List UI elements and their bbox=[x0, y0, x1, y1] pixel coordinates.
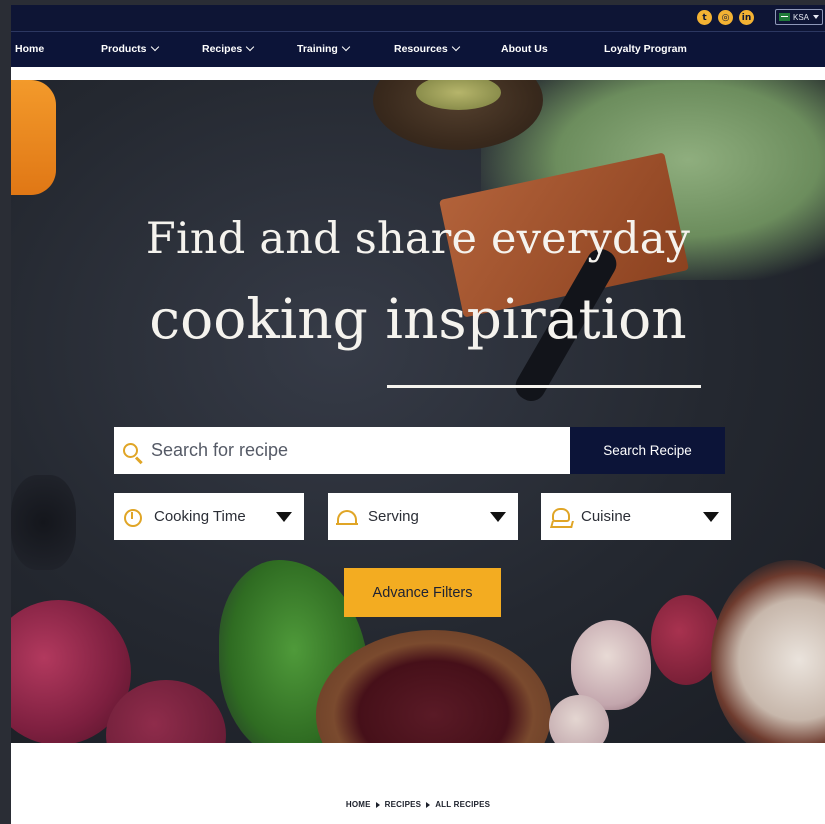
search-recipe-button[interactable]: Search Recipe bbox=[570, 427, 725, 474]
dried-chili-image bbox=[11, 475, 76, 570]
nav-item-label: Recipes bbox=[202, 43, 243, 55]
main-nav: Home Products Recipes Training Resources… bbox=[11, 31, 825, 67]
recipe-search-box bbox=[114, 427, 570, 474]
top-utility-bar: t ◎ in KSA bbox=[11, 5, 825, 31]
filter-label: Serving bbox=[368, 508, 419, 525]
hero-headline-line2: cooking inspiration bbox=[149, 287, 687, 351]
caret-right-icon bbox=[426, 801, 431, 808]
linkedin-icon[interactable]: in bbox=[739, 10, 754, 25]
advance-filters-button[interactable]: Advance Filters bbox=[344, 568, 501, 617]
recipe-search-input[interactable] bbox=[149, 439, 553, 462]
locale-label: KSA bbox=[793, 12, 810, 22]
nav-item-label: About Us bbox=[501, 43, 548, 55]
nav-item-products[interactable]: Products bbox=[101, 42, 159, 55]
social-links: t ◎ in bbox=[697, 10, 754, 25]
chevron-down-icon bbox=[246, 42, 255, 52]
cooking-time-filter[interactable]: Cooking Time bbox=[114, 493, 304, 540]
breadcrumb-recipes[interactable]: RECIPES bbox=[385, 800, 422, 809]
twitter-icon[interactable]: t bbox=[697, 10, 712, 25]
breadcrumb: HOME RECIPES ALL RECIPES bbox=[11, 800, 825, 809]
breadcrumb-home[interactable]: HOME bbox=[346, 800, 371, 809]
dropdown-arrow-icon bbox=[490, 512, 506, 522]
headline-underline bbox=[387, 385, 701, 388]
dropdown-arrow-icon bbox=[703, 512, 719, 522]
serving-filter[interactable]: Serving bbox=[328, 493, 518, 540]
nav-item-home[interactable]: Home bbox=[15, 43, 44, 55]
advance-filters-label: Advance Filters bbox=[372, 584, 473, 601]
white-beans-bowl-image bbox=[711, 560, 825, 743]
hero-headline-line1: Find and share everyday bbox=[145, 214, 691, 264]
hero-section: Find and share everyday cooking inspirat… bbox=[11, 80, 825, 743]
chevron-down-icon bbox=[150, 42, 159, 52]
browser-page: t ◎ in KSA Home Products Recipes Trainin… bbox=[11, 5, 825, 824]
nav-item-resources[interactable]: Resources bbox=[394, 42, 460, 55]
search-recipe-button-label: Search Recipe bbox=[603, 443, 692, 458]
nav-item-label: Home bbox=[15, 43, 45, 55]
cloche-icon bbox=[336, 506, 358, 528]
red-onion-image bbox=[651, 595, 721, 685]
nav-item-loyalty-program[interactable]: Loyalty Program bbox=[604, 43, 687, 55]
filter-label: Cooking Time bbox=[154, 508, 246, 525]
filter-label: Cuisine bbox=[581, 508, 632, 525]
breadcrumb-all-recipes: ALL RECIPES bbox=[435, 800, 491, 809]
pepper-image bbox=[11, 80, 56, 195]
locale-selector[interactable]: KSA bbox=[775, 9, 823, 25]
nav-item-label: Loyalty Program bbox=[604, 43, 687, 55]
dropdown-arrow-icon bbox=[276, 512, 292, 522]
nav-item-recipes[interactable]: Recipes bbox=[202, 42, 255, 55]
chevron-down-icon bbox=[813, 15, 820, 19]
caret-right-icon bbox=[375, 801, 380, 808]
search-icon bbox=[123, 442, 139, 459]
nav-item-label: Resources bbox=[394, 43, 448, 55]
cuisine-filter[interactable]: Cuisine bbox=[541, 493, 731, 540]
instagram-icon[interactable]: ◎ bbox=[718, 10, 733, 25]
nav-item-label: Training bbox=[297, 43, 338, 55]
nav-item-training[interactable]: Training bbox=[297, 42, 351, 55]
chef-hat-icon bbox=[549, 506, 571, 528]
chevron-down-icon bbox=[341, 42, 351, 52]
saudi-flag-icon bbox=[779, 13, 790, 21]
nav-item-about-us[interactable]: About Us bbox=[501, 43, 548, 55]
chevron-down-icon bbox=[451, 42, 460, 52]
clock-icon bbox=[122, 506, 144, 528]
nav-item-label: Products bbox=[101, 43, 147, 55]
